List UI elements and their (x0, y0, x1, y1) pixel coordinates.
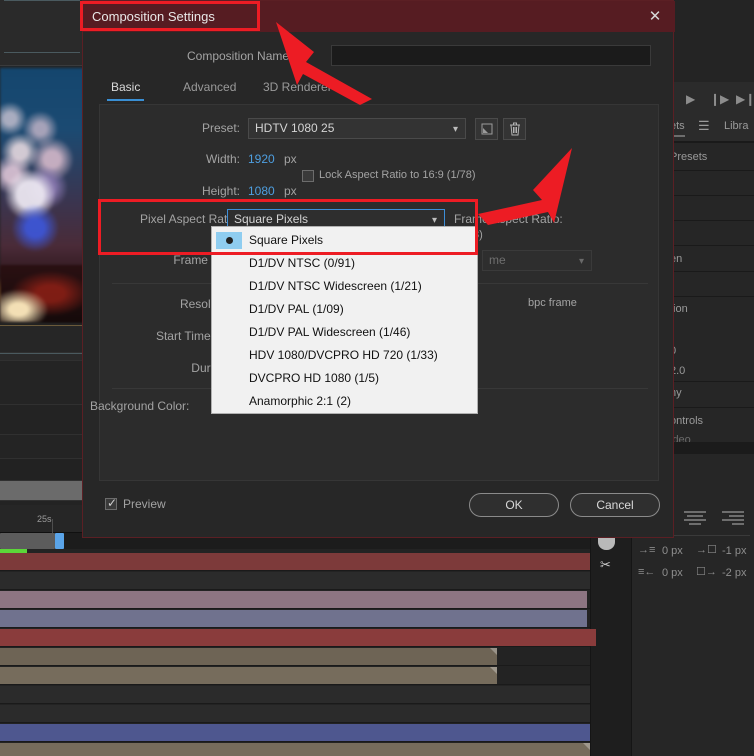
annotation-arrows (276, 22, 572, 225)
screen-root: ▶ ❙▶ ▶❙ ets ☰ Libra Presets en tion : 0 … (0, 0, 754, 756)
